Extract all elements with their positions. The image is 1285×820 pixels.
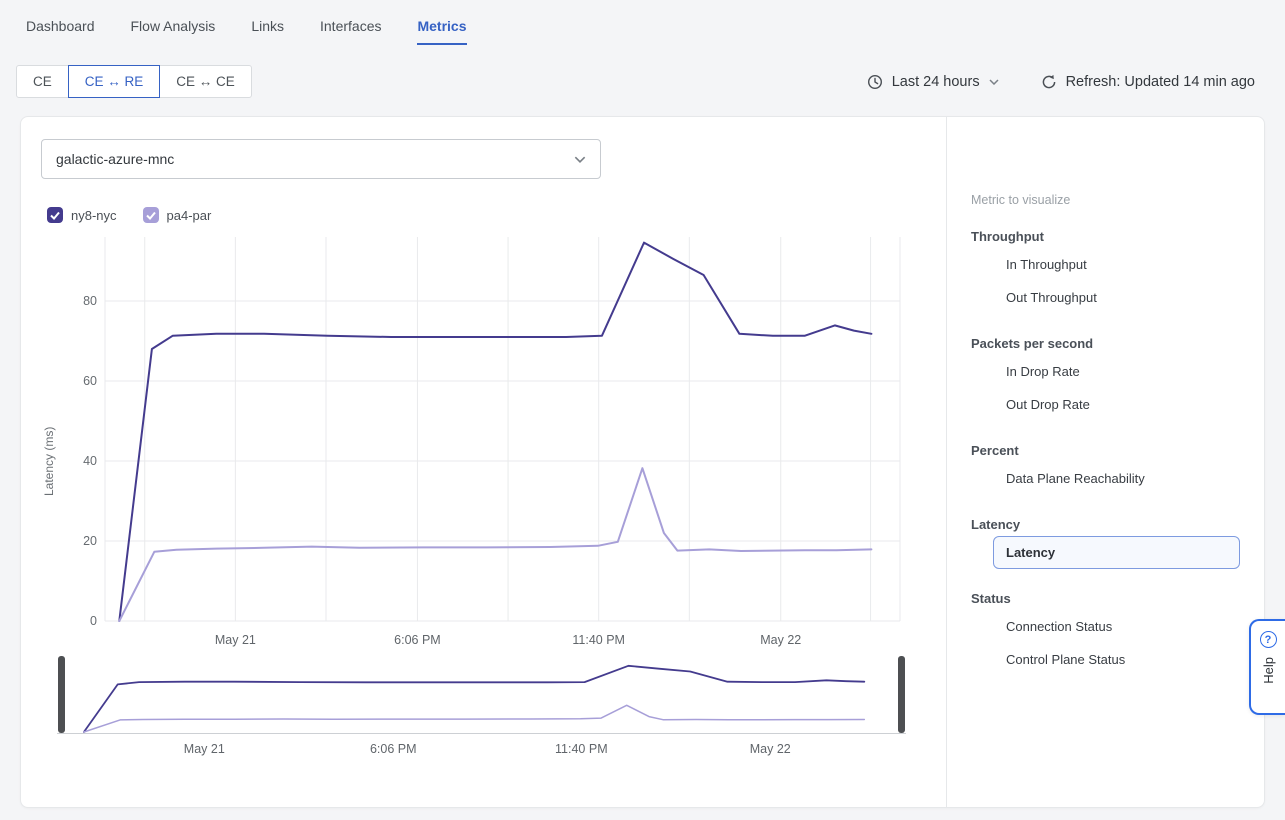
metric-item-connection-status[interactable]: Connection Status [971, 610, 1240, 643]
svg-text:60: 60 [83, 374, 97, 388]
svg-text:6:06 PM: 6:06 PM [394, 633, 441, 647]
time-range-dropdown[interactable]: Last 24 hours [867, 74, 999, 90]
connector-select-value: galactic-azure-mnc [56, 151, 174, 167]
metric-item-out-drop-rate[interactable]: Out Drop Rate [971, 388, 1240, 421]
checkbox-checked-icon [47, 207, 63, 223]
refresh-label: Refresh: Updated 14 min ago [1066, 74, 1255, 90]
metric-group-latency: Latency Latency [971, 517, 1240, 569]
legend-label: pa4-par [167, 208, 212, 223]
top-nav: Dashboard Flow Analysis Links Interfaces Met… [26, 18, 1259, 45]
svg-text:May 21: May 21 [184, 742, 225, 756]
svg-text:11:40 PM: 11:40 PM [572, 633, 625, 647]
chevron-down-icon [989, 79, 999, 85]
metric-item-out-throughput[interactable]: Out Throughput [971, 281, 1240, 314]
metric-item-in-throughput[interactable]: In Throughput [971, 248, 1240, 281]
help-label: Help [1261, 657, 1276, 684]
connection-type-filter: CECE ↔ RECE ↔ CE [16, 65, 252, 98]
svg-text:0: 0 [90, 614, 97, 628]
metric-group-throughput: Throughput In ThroughputOut Throughput [971, 229, 1240, 314]
metric-item-latency[interactable]: Latency [993, 536, 1240, 569]
svg-text:40: 40 [83, 454, 97, 468]
latency-chart-wrap: Latency (ms) 0 20 40 60 80 May 21 6:06 PM 11:40… [41, 229, 928, 654]
svg-text:11:40 PM: 11:40 PM [555, 742, 608, 756]
controls-right: Last 24 hours Refresh: Updated 14 min ag… [867, 74, 1255, 90]
refresh-icon [1041, 74, 1057, 90]
legend: ny8-nyc pa4-par [41, 207, 928, 223]
metric-item-in-drop-rate[interactable]: In Drop Rate [971, 355, 1240, 388]
help-tab[interactable]: ? Help [1249, 619, 1285, 715]
chevron-down-icon [574, 156, 586, 163]
brush-handle-left[interactable] [58, 656, 65, 733]
svg-text:May 21: May 21 [215, 633, 256, 647]
time-range-label: Last 24 hours [892, 74, 980, 90]
clock-icon [867, 74, 883, 90]
latency-chart: 0 20 40 60 80 May 21 6:06 PM 11:40 PM May 22 [57, 229, 906, 654]
svg-text:20: 20 [83, 534, 97, 548]
svg-text:May 22: May 22 [750, 742, 791, 756]
metric-panel: Metric to visualize Throughput In Through… [946, 117, 1264, 807]
nav-tab-dashboard[interactable]: Dashboard [26, 18, 95, 45]
refresh-button[interactable]: Refresh: Updated 14 min ago [1041, 74, 1255, 90]
metric-group-header: Throughput [971, 229, 1240, 244]
metric-group-header: Latency [971, 517, 1240, 532]
metrics-card: galactic-azure-mnc ny8-nyc pa4-par Latenc… [20, 116, 1265, 808]
checkbox-checked-icon [143, 207, 159, 223]
legend-checkbox-ny8-nyc[interactable]: ny8-nyc [47, 207, 117, 223]
nav-tab-links[interactable]: Links [251, 18, 284, 45]
filter-ce-ce[interactable]: CE ↔ CE [159, 65, 252, 98]
svg-text:6:06 PM: 6:06 PM [370, 742, 417, 756]
metric-group-header: Status [971, 591, 1240, 606]
brush-chart[interactable] [57, 654, 906, 738]
filter-ce-re[interactable]: CE ↔ RE [68, 65, 161, 98]
metric-group-status: Status Connection StatusControl Plane Sta… [971, 591, 1240, 676]
svg-text:May 22: May 22 [760, 633, 801, 647]
filter-ce[interactable]: CE [16, 65, 69, 98]
metric-panel-title: Metric to visualize [971, 193, 1240, 207]
connector-select[interactable]: galactic-azure-mnc [41, 139, 601, 179]
metric-item-data-plane-reachability[interactable]: Data Plane Reachability [971, 462, 1240, 495]
brush-axis: May 21 6:06 PM 11:40 PM May 22 [57, 738, 906, 760]
chart-section: galactic-azure-mnc ny8-nyc pa4-par Latenc… [21, 117, 946, 807]
svg-text:80: 80 [83, 294, 97, 308]
legend-checkbox-pa4-par[interactable]: pa4-par [143, 207, 212, 223]
nav-tab-metrics[interactable]: Metrics [417, 18, 466, 45]
y-axis-label: Latency (ms) [41, 229, 57, 654]
controls-row: CECE ↔ RECE ↔ CE Last 24 hours Refresh: … [0, 45, 1285, 98]
metric-item-control-plane-status[interactable]: Control Plane Status [971, 643, 1240, 676]
metric-group-percent: Percent Data Plane Reachability [971, 443, 1240, 495]
metric-group-header: Packets per second [971, 336, 1240, 351]
metric-group-header: Percent [971, 443, 1240, 458]
help-question-icon: ? [1260, 631, 1277, 648]
metric-group-packets-per-second: Packets per second In Drop RateOut Drop R… [971, 336, 1240, 421]
nav-tab-flow-analysis[interactable]: Flow Analysis [131, 18, 216, 45]
legend-label: ny8-nyc [71, 208, 117, 223]
brush-handle-right[interactable] [898, 656, 905, 733]
top-bar: Dashboard Flow Analysis Links Interfaces Met… [0, 0, 1285, 45]
nav-tab-interfaces[interactable]: Interfaces [320, 18, 381, 45]
metric-panel-groups: Throughput In ThroughputOut Throughput Pac… [971, 229, 1240, 676]
